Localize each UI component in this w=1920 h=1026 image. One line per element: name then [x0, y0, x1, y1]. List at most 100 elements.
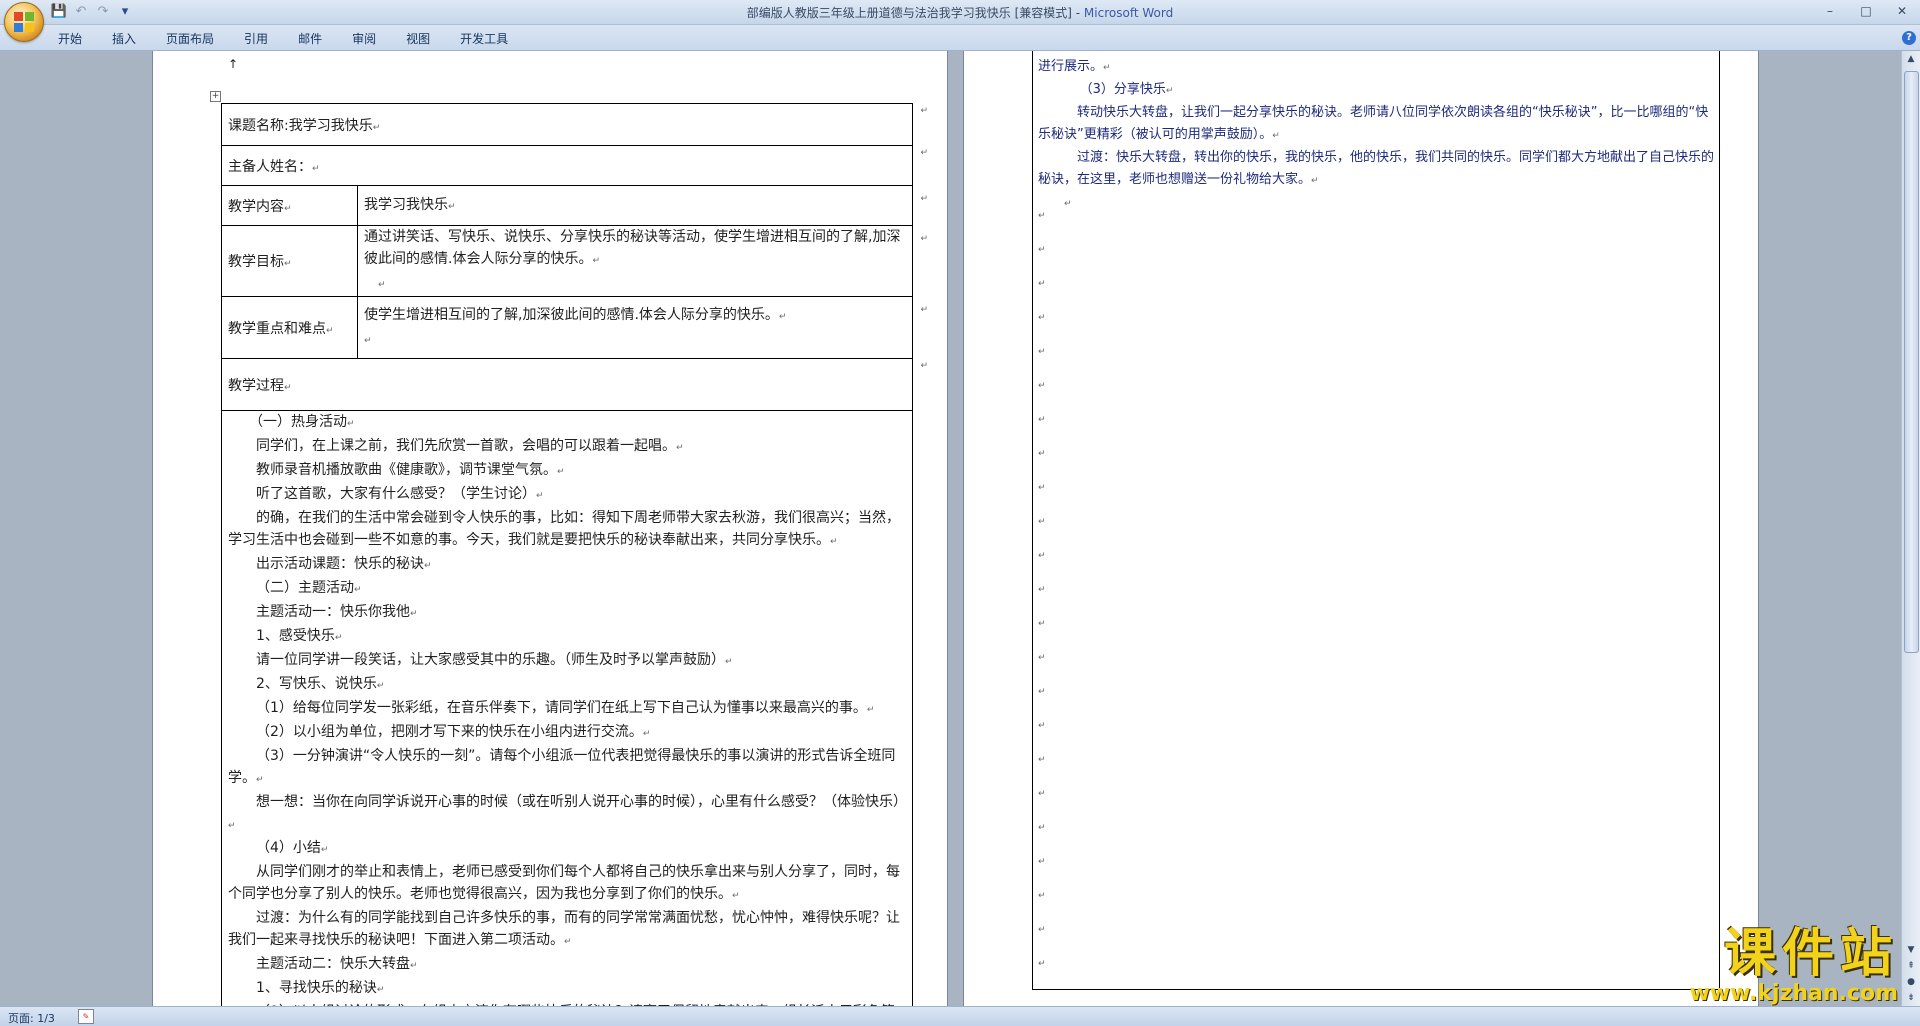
tab-insert[interactable]: 插入: [112, 30, 136, 47]
scrollbar-thumb[interactable]: [1904, 71, 1919, 653]
process-paragraph: 1、感受快乐↵: [228, 625, 906, 649]
next-page-icon[interactable]: ⇟: [1902, 990, 1920, 1006]
paragraph-mark: ↵: [347, 419, 355, 429]
paragraph-mark: ↵: [592, 256, 600, 266]
process-paragraph: 从同学们刚才的举止和表情上，老师已感受到你们每个人都将自己的快乐拿出来与别人分享…: [228, 861, 906, 907]
content-label-cell[interactable]: 教学内容↵: [221, 185, 358, 226]
paragraph-mark: ↵: [326, 325, 334, 336]
scroll-up-icon[interactable]: ▲: [1902, 51, 1920, 67]
paragraph-mark: ↵: [312, 163, 320, 174]
paragraph-text: 主题活动一：快乐你我他: [256, 604, 410, 620]
paragraph-mark: ↵: [1064, 199, 1072, 209]
document-page-1[interactable]: ↑ + 课题名称:我学习我快乐↵ ↵ 主备人姓名：↵ ↵ 教学内容↵ 我学习我快…: [152, 51, 948, 1006]
key-label-cell[interactable]: 教学重点和难点↵: [221, 296, 358, 359]
process-paragraph: 1、寻找快乐的秘诀↵: [228, 977, 906, 1001]
paragraph-mark: ↵: [1038, 211, 1046, 221]
preparer-cell[interactable]: 主备人姓名：↵ ↵: [221, 145, 928, 186]
table-row: 教学重点和难点↵ 使学生增进相互间的了解,加深彼此间的感情.体会人际分享的快乐。…: [221, 296, 928, 359]
paragraph-text: （1）给每位同学发一张彩纸，在音乐伴奏下，请同学们在纸上写下自己认为懂事以来最高…: [256, 700, 867, 716]
paragraph-text: 听了这首歌，大家有什么感受？（学生讨论）: [256, 486, 536, 502]
page-count-status[interactable]: 页面: 1/3: [8, 1010, 55, 1026]
paragraph-mark: ↵: [1038, 517, 1046, 527]
paragraph-mark: ↵: [372, 122, 381, 133]
table-row: 教学目标↵ 通过讲笑话、写快乐、说快乐、分享快乐的秘诀等活动，使学生增进相互间的…: [221, 225, 928, 297]
paragraph-text: （3）分享快乐: [1079, 82, 1166, 97]
content-value: 我学习我快乐: [364, 196, 448, 213]
goal-value-cell[interactable]: 通过讲笑话、写快乐、说快乐、分享快乐的秘诀等活动，使学生增进相互间的了解,加深彼…: [357, 225, 928, 297]
process-paragraph: 主题活动二：快乐大转盘↵: [228, 953, 906, 977]
process-paragraph: 主题活动一：快乐你我他↵: [228, 601, 906, 625]
goal-label-cell[interactable]: 教学目标↵: [221, 225, 358, 297]
goal-label: 教学目标: [228, 254, 284, 270]
paragraph-mark: ↵: [410, 609, 418, 619]
previous-page-icon[interactable]: ⇞: [1902, 958, 1920, 974]
paragraph-mark: ↵: [830, 537, 838, 547]
tab-developer[interactable]: 开发工具: [460, 30, 508, 47]
proofing-icon[interactable]: ✎: [78, 1009, 94, 1024]
office-button[interactable]: [4, 2, 44, 42]
content-label: 教学内容: [228, 198, 284, 215]
topic-text: 课题名称:我学习我快乐: [228, 117, 373, 134]
paragraph-mark: ↵: [1038, 449, 1046, 459]
help-icon[interactable]: ?: [1902, 31, 1916, 45]
paragraph-mark: ↵: [1165, 86, 1174, 96]
scroll-down-icon[interactable]: ▼: [1902, 942, 1920, 958]
key-value-cell[interactable]: 使学生增进相互间的了解,加深彼此间的感情.体会人际分享的快乐。↵ ↵ ↵: [357, 296, 928, 359]
table-row: 教学内容↵ 我学习我快乐↵ ↵: [221, 185, 928, 226]
tab-home[interactable]: 开始: [58, 30, 82, 47]
paragraph-mark: ↵: [1038, 415, 1046, 425]
process-body-cell[interactable]: （一）热身活动↵ 同学们，在上课之前，我们先欣赏一首歌，会唱的可以跟着一起唱。↵ 教…: [221, 410, 913, 1006]
tab-page-layout[interactable]: 页面布局: [166, 30, 214, 47]
tab-review[interactable]: 审阅: [352, 30, 376, 47]
process-paragraph: 教师录音机播放歌曲《健康歌》，调节课堂气氛。↵: [228, 459, 906, 483]
paragraph-mark: ↵: [676, 443, 684, 453]
paragraph-mark: ↵: [557, 467, 565, 477]
paragraph-mark: ↵: [642, 729, 651, 739]
paragraph-mark: ↵: [364, 335, 372, 346]
table-row: 主备人姓名：↵ ↵: [221, 145, 928, 186]
paragraph-text: 过渡：快乐大转盘，转出你的快乐，我的快乐，他的快乐，我们共同的快乐。同学们都大方…: [1038, 150, 1715, 187]
paragraph-mark: ↵: [228, 821, 236, 831]
paragraph-text: 2、写快乐、说快乐: [256, 676, 377, 692]
document-page-2[interactable]: 进行展示。↵ （3）分享快乐↵ 转动快乐大转盘，让我们一起分享快乐的秘诀。老师请八位…: [963, 51, 1759, 1006]
paragraph-mark: ↵: [1038, 619, 1046, 629]
process-paragraph: 2、写快乐、说快乐↵: [228, 673, 906, 697]
tab-view[interactable]: 视图: [406, 30, 430, 47]
row-end-mark: ↵: [920, 106, 928, 116]
paragraph-mark: ↵: [284, 382, 292, 393]
process-label-cell[interactable]: 教学过程↵ ↵: [221, 358, 928, 411]
watermark-url: www.kjzhan.com: [1689, 981, 1898, 1006]
select-browse-object-icon[interactable]: ●: [1902, 974, 1920, 990]
paragraph-mark: ↵: [376, 681, 385, 691]
paragraph-text: 转动快乐大转盘，让我们一起分享快乐的秘诀。老师请八位同学依次朗读各组的“快乐秘诀…: [1038, 105, 1709, 142]
paragraph-text: 出示活动课题：快乐的秘诀: [256, 556, 424, 572]
content-value-cell[interactable]: 我学习我快乐↵ ↵: [357, 185, 928, 226]
paragraph-text: （一）热身活动: [249, 414, 347, 430]
paragraph-mark: ↵: [725, 657, 733, 667]
paragraph-mark: ↵: [1038, 959, 1046, 969]
paragraph-mark: ↵: [536, 491, 544, 501]
maximize-button[interactable]: □: [1854, 2, 1878, 20]
process-paragraph: 请一位同学讲一段笑话，让大家感受其中的乐趣。（师生及时予以掌声鼓励）↵: [228, 649, 906, 673]
key-label: 教学重点和难点: [228, 320, 326, 337]
paragraph-mark: ↵: [256, 775, 264, 785]
topic-cell[interactable]: 课题名称:我学习我快乐↵ ↵: [221, 103, 928, 146]
close-button[interactable]: ✕: [1890, 2, 1914, 20]
document-title: 部编版人教版三年级上册道德与法治我学习我快乐 [兼容模式] -: [746, 6, 1084, 20]
process-paragraph: （二）主题活动↵: [228, 577, 906, 601]
paragraph-mark: ↵: [1038, 755, 1046, 765]
minimize-button[interactable]: –: [1818, 2, 1842, 20]
process-paragraph: （3）一分钟演讲“令人快乐的一刻”。请每个小组派一位代表把觉得最快乐的事以演讲的…: [228, 745, 906, 791]
paragraph-mark: ↵: [334, 633, 343, 643]
table-move-handle-icon[interactable]: +: [210, 91, 221, 102]
paragraph-text: 1、寻找快乐的秘诀: [256, 980, 377, 996]
paragraph-text: 教师录音机播放歌曲《健康歌》，调节课堂气氛。: [256, 462, 557, 478]
vertical-scrollbar[interactable]: ▲ ▼ ⇞ ● ⇟: [1901, 51, 1920, 1006]
paragraph-text: 1、感受快乐: [256, 628, 335, 644]
paragraph-mark: ↵: [1103, 63, 1111, 73]
process-paragraph: （4）小结↵: [228, 837, 906, 861]
paragraph-mark: ↵: [1272, 131, 1280, 141]
tab-references[interactable]: 引用: [244, 30, 268, 47]
title-bar: 💾 ↶ ↷ ▾ 部编版人教版三年级上册道德与法治我学习我快乐 [兼容模式] - …: [0, 0, 1920, 25]
tab-mailings[interactable]: 邮件: [298, 30, 322, 47]
